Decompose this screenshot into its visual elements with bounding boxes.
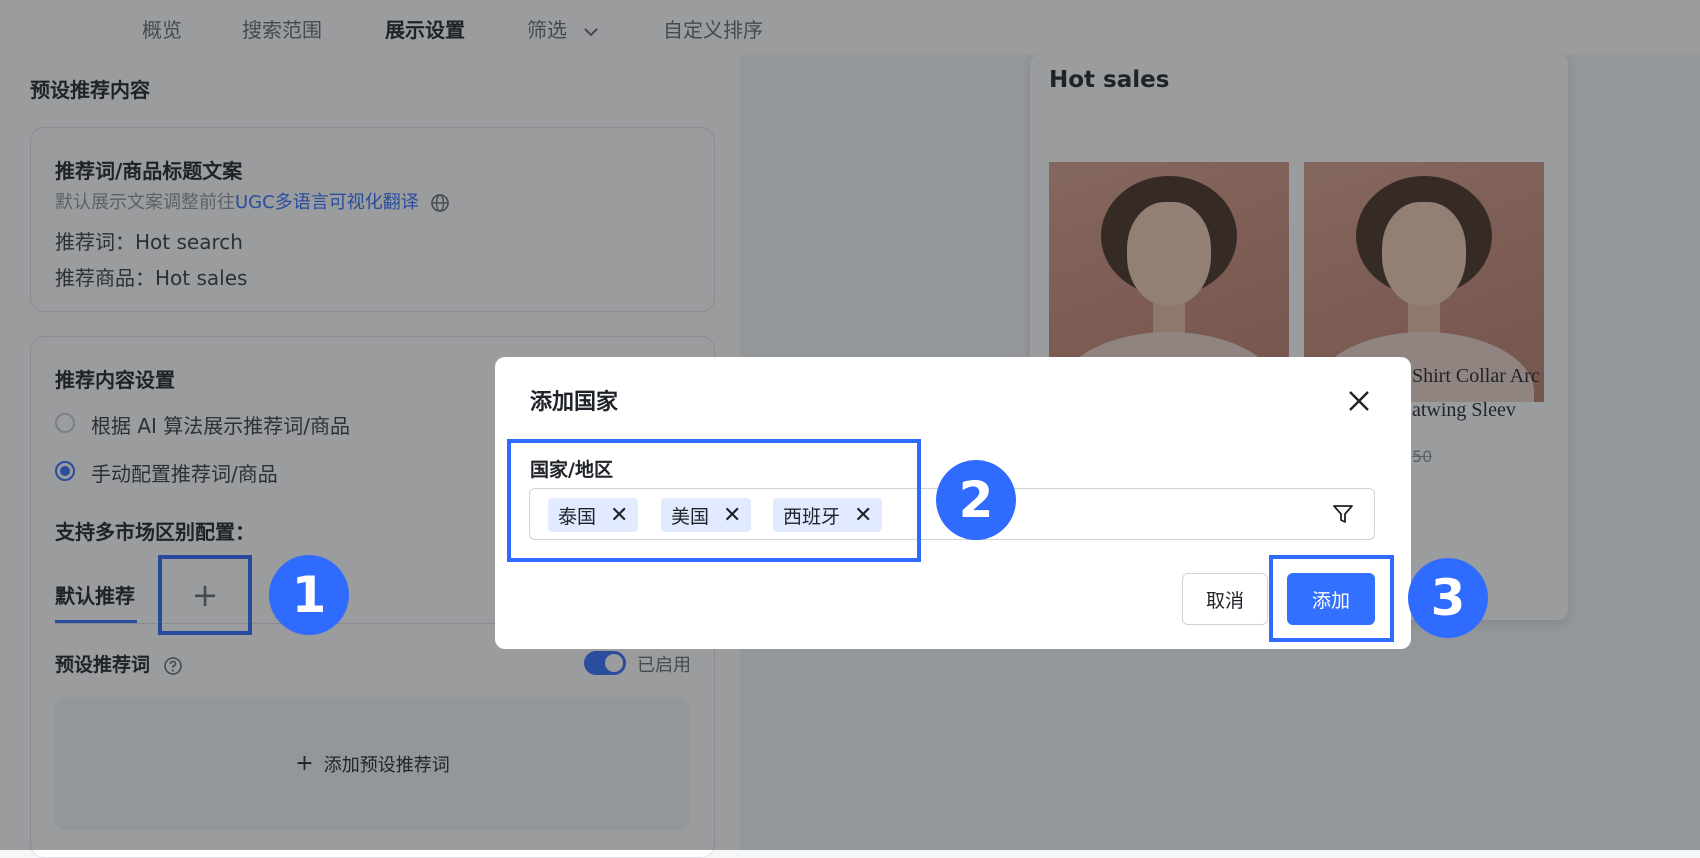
dialog-title: 添加国家 — [530, 390, 619, 415]
step-3-badge: 3 — [1408, 558, 1488, 638]
filter-icon[interactable] — [1332, 503, 1354, 525]
step-2-highlight-box — [507, 439, 921, 562]
step-1-badge: 1 — [269, 555, 349, 635]
step-3-highlight-box — [1269, 555, 1394, 642]
close-icon[interactable] — [1345, 387, 1373, 415]
cancel-button[interactable]: 取消 — [1182, 573, 1268, 625]
step-2-badge: 2 — [936, 460, 1016, 540]
